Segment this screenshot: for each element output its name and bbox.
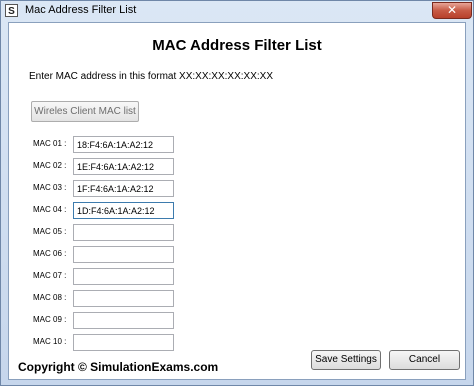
close-icon: ✕ xyxy=(446,3,458,17)
mac-input-05[interactable] xyxy=(73,224,174,241)
mac-label-02: MAC 02 : xyxy=(33,161,67,170)
mac-label-09: MAC 09 : xyxy=(33,315,67,324)
client-area: MAC Address Filter List Enter MAC addres… xyxy=(8,22,466,380)
mac-input-04[interactable] xyxy=(73,202,174,219)
mac-input-10[interactable] xyxy=(73,334,174,351)
close-button[interactable]: ✕ xyxy=(432,2,472,19)
mac-label-06: MAC 06 : xyxy=(33,249,67,258)
app-icon: S xyxy=(5,4,18,17)
copyright-text: Copyright © SimulationExams.com xyxy=(18,360,219,374)
title-bar[interactable]: S Mac Address Filter List ✕ xyxy=(1,1,473,21)
mac-label-08: MAC 08 : xyxy=(33,293,67,302)
mac-label-07: MAC 07 : xyxy=(33,271,67,280)
cancel-button[interactable]: Cancel xyxy=(389,350,460,370)
mac-label-10: MAC 10 : xyxy=(33,337,67,346)
mac-input-08[interactable] xyxy=(73,290,174,307)
mac-input-01[interactable] xyxy=(73,136,174,153)
window-title: Mac Address Filter List xyxy=(25,4,137,16)
mac-input-02[interactable] xyxy=(73,158,174,175)
mac-label-05: MAC 05 : xyxy=(33,227,67,236)
mac-input-03[interactable] xyxy=(73,180,174,197)
mac-input-09[interactable] xyxy=(73,312,174,329)
dialog-window: S Mac Address Filter List ✕ MAC Address … xyxy=(0,0,474,386)
mac-label-03: MAC 03 : xyxy=(33,183,67,192)
wireless-client-mac-list-button[interactable]: Wireles Client MAC list xyxy=(31,101,139,122)
format-instruction: Enter MAC address in this format XX:XX:X… xyxy=(29,71,273,82)
page-title: MAC Address Filter List xyxy=(152,37,322,54)
mac-input-07[interactable] xyxy=(73,268,174,285)
save-settings-button[interactable]: Save Settings xyxy=(311,350,381,370)
mac-input-06[interactable] xyxy=(73,246,174,263)
mac-label-04: MAC 04 : xyxy=(33,205,67,214)
mac-label-01: MAC 01 : xyxy=(33,139,67,148)
